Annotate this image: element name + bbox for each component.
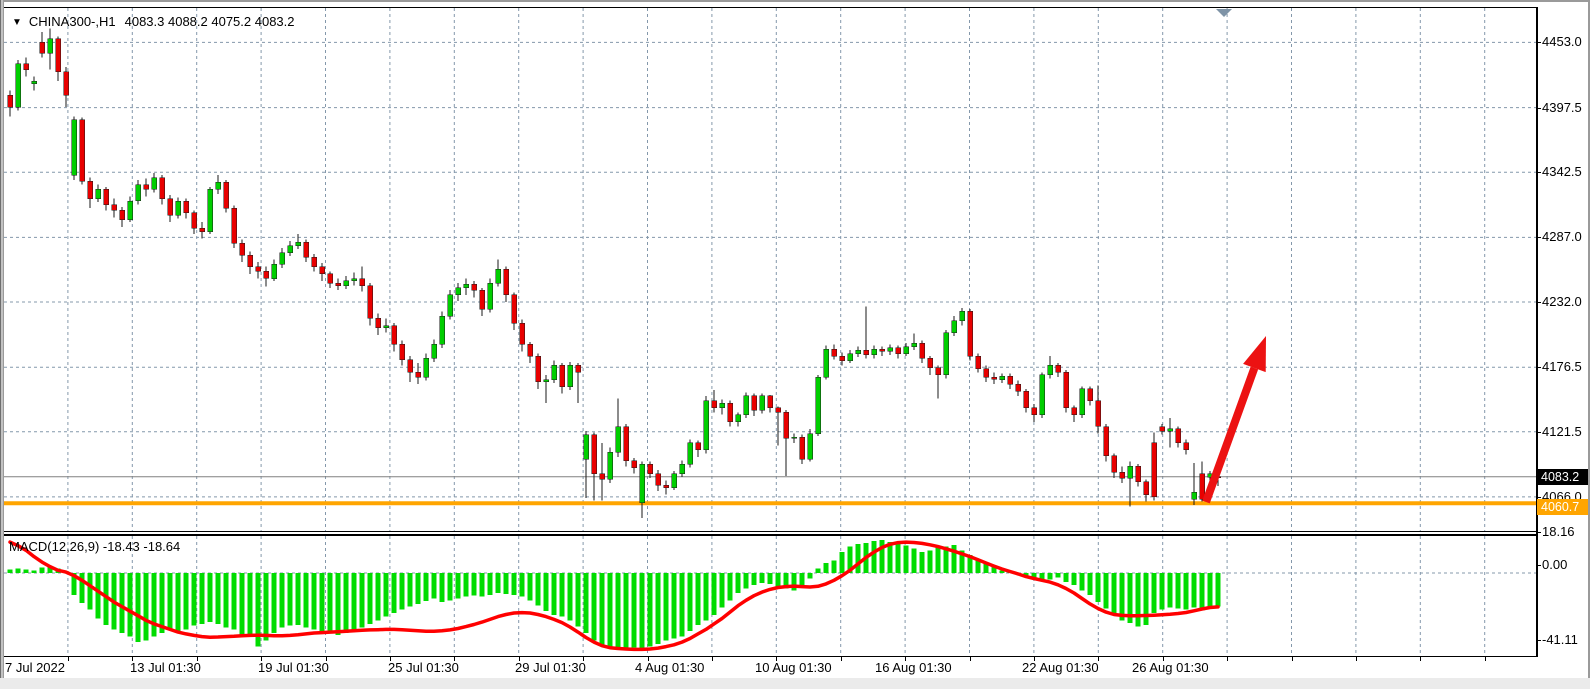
price-axis-label: 4287.0 xyxy=(1542,229,1582,245)
window-top-edge xyxy=(0,0,1590,2)
axis-tick xyxy=(1536,640,1541,641)
axis-tick xyxy=(1536,432,1541,433)
axis-tick xyxy=(1536,172,1541,173)
time-axis-tick xyxy=(1227,657,1228,661)
time-axis-tick xyxy=(841,657,842,661)
pane-separator-lower[interactable] xyxy=(4,534,1537,536)
axis-tick xyxy=(1536,108,1541,109)
time-axis-tick xyxy=(1420,657,1421,661)
axis-tick xyxy=(1536,532,1541,533)
chart-top-border xyxy=(4,7,1538,8)
time-axis-tick xyxy=(1292,657,1293,661)
macd-chart xyxy=(4,536,1536,656)
window-bottom-edge xyxy=(0,678,1590,689)
price-axis-label: 18.16 xyxy=(1542,524,1575,540)
time-axis-label: 26 Aug 01:30 xyxy=(1132,660,1209,675)
price-axis-label: 4342.5 xyxy=(1542,164,1582,180)
chart-title-symbol: CHINA300-,H1 xyxy=(29,14,116,29)
axis-tick xyxy=(1536,497,1541,498)
time-axis-label: 19 Jul 01:30 xyxy=(258,660,329,675)
time-axis-tick xyxy=(1485,657,1486,661)
symbol-dropdown-icon[interactable]: ▼ xyxy=(12,17,22,28)
macd-pane[interactable]: MACD(12,26,9) -18.43 -18.64 xyxy=(4,536,1536,656)
chart-shift-marker-icon[interactable] xyxy=(1216,9,1232,17)
trend-arrow[interactable] xyxy=(1243,336,1266,372)
price-axis[interactable]: 4453.0 4397.5 4342.5 4287.0 4232.0 4176.5 4121… xyxy=(1536,8,1590,657)
mt4-chart-window: ▼ CHINA300-,H1 4083.3 4088.2 4075.2 4083.2… xyxy=(0,0,1590,689)
time-axis-tick xyxy=(68,657,69,661)
chart-title: ▼ CHINA300-,H1 4083.3 4088.2 4075.2 4083.2 xyxy=(12,14,295,30)
price-axis-label: 4121.5 xyxy=(1542,424,1582,440)
chart-title-ohlc: 4083.3 4088.2 4075.2 4083.2 xyxy=(125,14,295,29)
time-axis-tick xyxy=(970,657,971,661)
price-axis-label: 4176.5 xyxy=(1542,359,1582,375)
price-axis-label: 4397.5 xyxy=(1542,100,1582,116)
time-axis-label: 10 Aug 01:30 xyxy=(755,660,832,675)
time-axis[interactable]: 7 Jul 2022 13 Jul 01:30 19 Jul 01:30 25 Jul… xyxy=(4,657,1536,678)
time-axis-label: 7 Jul 2022 xyxy=(5,660,65,675)
time-axis-label: 22 Aug 01:30 xyxy=(1022,660,1099,675)
macd-indicator-label: MACD(12,26,9) -18.43 -18.64 xyxy=(9,539,180,554)
axis-tick xyxy=(1536,565,1541,566)
axis-tick xyxy=(1536,42,1541,43)
price-chart-pane[interactable]: ▼ CHINA300-,H1 4083.3 4088.2 4075.2 4083.2 xyxy=(4,8,1536,531)
support-price-tag: 4060.7 xyxy=(1537,499,1590,515)
time-axis-label: 16 Aug 01:30 xyxy=(875,660,952,675)
axis-tick xyxy=(1536,302,1541,303)
price-axis-label: -41.11 xyxy=(1542,632,1578,648)
time-axis-label: 29 Jul 01:30 xyxy=(515,660,586,675)
price-axis-label: 4453.0 xyxy=(1542,34,1582,50)
window-left-edge xyxy=(0,0,4,689)
axis-tick xyxy=(1536,367,1541,368)
current-price-tag: 4083.2 xyxy=(1537,469,1590,485)
price-axis-label: 0.00 xyxy=(1542,557,1567,573)
time-axis-label: 25 Jul 01:30 xyxy=(388,660,459,675)
time-axis-label: 4 Aug 01:30 xyxy=(635,660,704,675)
time-axis-tick xyxy=(1356,657,1357,661)
time-axis-label: 13 Jul 01:30 xyxy=(130,660,201,675)
price-axis-label: 4232.0 xyxy=(1542,294,1582,310)
axis-tick xyxy=(1536,237,1541,238)
macd-signal-line xyxy=(10,542,1218,649)
candlestick-chart xyxy=(4,8,1536,531)
pane-separator[interactable] xyxy=(4,531,1536,532)
time-axis-tick xyxy=(712,657,713,661)
